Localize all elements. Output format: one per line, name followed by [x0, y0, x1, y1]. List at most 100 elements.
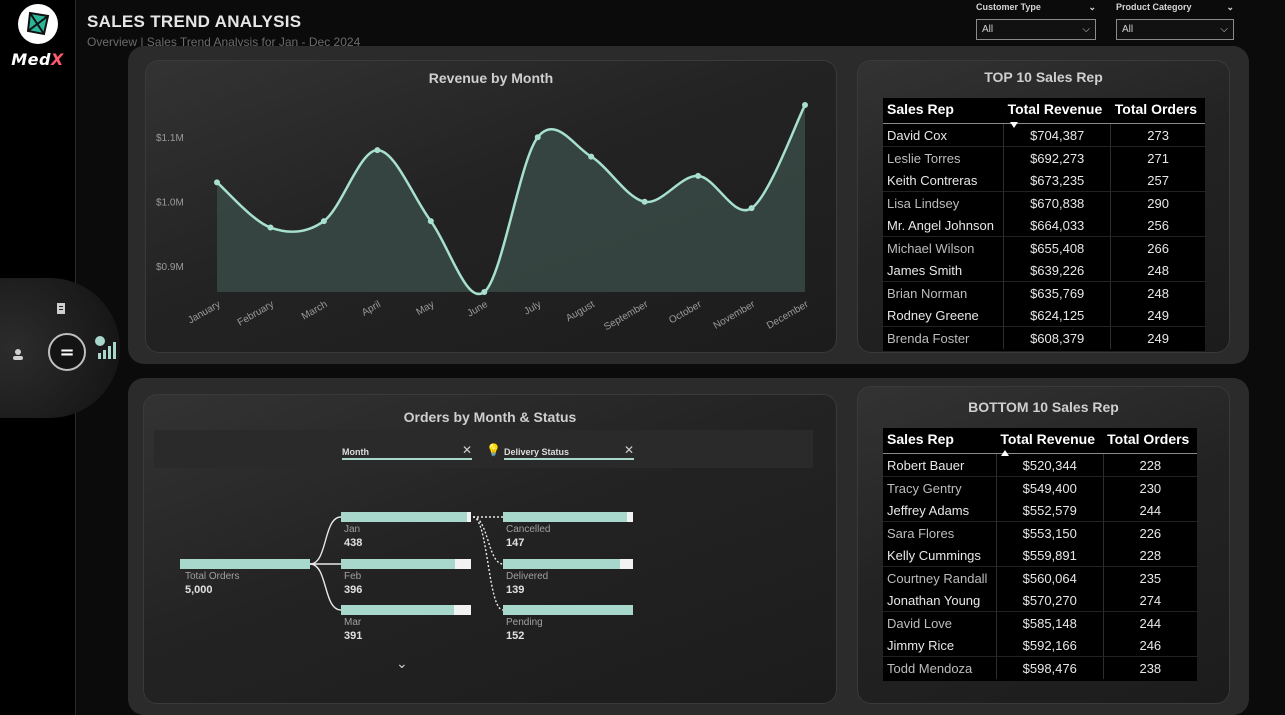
total-revenue-cell: $673,235 — [1003, 169, 1112, 192]
table-row[interactable]: Jonathan Young $570,270 274 — [883, 589, 1197, 612]
total-revenue-cell: $552,579 — [996, 499, 1104, 522]
total-revenue-cell: $635,769 — [1003, 281, 1112, 304]
revenue-point[interactable] — [214, 179, 220, 186]
sales-rep-cell: Mr. Angel Johnson — [883, 214, 1005, 237]
orders-tree-card: Orders by Month & Status Month ✕ 💡 Deliv… — [143, 394, 837, 704]
product-category-dropdown[interactable]: All ⌵ — [1116, 19, 1234, 40]
total-revenue-cell: $560,064 — [996, 566, 1104, 589]
status-node-bar[interactable] — [503, 512, 627, 522]
sales-rep-cell: James Smith — [883, 259, 1005, 282]
total-orders-cell: 246 — [1103, 634, 1197, 657]
revenue-point[interactable] — [695, 172, 702, 179]
x-tick-label: March — [300, 299, 330, 322]
col-header-total-orders[interactable]: Total Orders — [1103, 428, 1197, 454]
top10-table: Sales Rep Total Revenue Total Orders Dav… — [883, 98, 1205, 351]
x-tick-label: September — [602, 299, 650, 333]
revenue-point[interactable] — [641, 198, 648, 205]
sales-rep-cell: Leslie Torres — [883, 146, 1005, 169]
revenue-point[interactable] — [374, 147, 381, 154]
table-row[interactable]: David Love $585,148 244 — [883, 611, 1197, 634]
sales-rep-cell: Courtney Randall — [883, 566, 997, 589]
sales-rep-cell: Tracy Gentry — [883, 476, 997, 499]
sort-desc-icon[interactable] — [1010, 122, 1018, 128]
total-revenue-cell: $624,125 — [1003, 304, 1112, 327]
table-row[interactable]: Tracy Gentry $549,400 230 — [883, 476, 1197, 499]
top10-title: TOP 10 Sales Rep — [984, 69, 1103, 85]
col-header-total-revenue[interactable]: Total Revenue — [996, 428, 1104, 454]
col-header-total-orders[interactable]: Total Orders — [1110, 98, 1205, 124]
total-revenue-cell: $549,400 — [996, 476, 1104, 499]
table-row[interactable]: Courtney Randall $560,064 235 — [883, 566, 1197, 589]
table-row[interactable]: Kelly Cummings $559,891 228 — [883, 544, 1197, 567]
table-row[interactable]: Jeffrey Adams $552,579 244 — [883, 499, 1197, 522]
total-orders-cell: 274 — [1103, 589, 1197, 612]
x-tick-label: November — [712, 299, 758, 332]
document-icon[interactable] — [55, 302, 67, 318]
bottom10-title: BOTTOM 10 Sales Rep — [968, 399, 1119, 415]
revenue-chart-card: Revenue by Month $0.9M $1.0M $1.1M January F… — [145, 60, 837, 353]
table-row[interactable]: Brian Norman $635,769 248 — [883, 281, 1205, 304]
tree-root-bar[interactable] — [180, 559, 310, 569]
table-row[interactable]: Sara Flores $553,150 226 — [883, 521, 1197, 544]
sort-asc-icon[interactable] — [1001, 450, 1009, 456]
user-icon[interactable] — [12, 348, 24, 363]
x-tick-label: June — [465, 299, 490, 320]
table-row[interactable]: Todd Mendoza $598,476 238 — [883, 656, 1197, 679]
table-row[interactable]: James Smith $639,226 248 — [883, 259, 1205, 282]
filter-customer-type: Customer Type ⌄ All ⌵ — [976, 2, 1096, 40]
sales-rep-cell: Keith Contreras — [883, 169, 1005, 192]
table-row[interactable]: Lisa Lindsey $670,838 290 — [883, 191, 1205, 214]
total-revenue-cell: $570,270 — [996, 589, 1104, 612]
table-row[interactable]: Michael Wilson $655,408 266 — [883, 236, 1205, 259]
revenue-point[interactable] — [267, 224, 274, 231]
chevron-down-icon[interactable]: ⌄ — [1226, 2, 1234, 13]
customer-type-dropdown[interactable]: All ⌵ — [976, 19, 1096, 40]
total-orders-cell: 248 — [1110, 259, 1205, 282]
x-tick-label: April — [360, 299, 383, 319]
table-row[interactable]: Mr. Angel Johnson $664,033 256 — [883, 214, 1205, 237]
x-tick-label: December — [765, 299, 811, 332]
nav-menu-button[interactable]: = — [48, 333, 86, 371]
table-row[interactable]: Keith Contreras $673,235 257 — [883, 169, 1205, 192]
table-row[interactable]: Brenda Foster $608,379 249 — [883, 326, 1205, 349]
x-tick-label: July — [522, 299, 543, 317]
total-orders-cell: 235 — [1139, 570, 1162, 586]
total-orders-cell: 256 — [1110, 214, 1205, 237]
status-node-bar[interactable] — [503, 605, 633, 615]
month-node-bar[interactable] — [341, 605, 454, 615]
status-node-bar[interactable] — [503, 559, 620, 569]
col-header-sales-rep[interactable]: Sales Rep — [883, 428, 997, 454]
revenue-point[interactable] — [588, 153, 595, 160]
medx-logo — [18, 4, 58, 44]
col-header-sales-rep[interactable]: Sales Rep — [883, 98, 1004, 124]
table-row[interactable]: Leslie Torres $692,273 271 — [883, 146, 1205, 169]
col-header-total-revenue[interactable]: Total Revenue — [1003, 98, 1111, 124]
filter-label: Customer Type — [976, 2, 1041, 12]
total-orders-cell: 230 — [1139, 480, 1162, 496]
revenue-point[interactable] — [427, 218, 434, 225]
month-node-bar[interactable] — [341, 512, 467, 522]
expand-chevron-icon[interactable]: ⌄ — [396, 656, 408, 672]
sales-rep-cell: Brenda Foster — [883, 326, 1005, 349]
revenue-point[interactable] — [481, 289, 488, 295]
total-orders-cell: 273 — [1110, 123, 1205, 147]
revenue-point[interactable] — [534, 134, 541, 141]
chevron-down-icon[interactable]: ⌄ — [1088, 2, 1096, 13]
revenue-point[interactable] — [802, 102, 808, 108]
total-revenue-cell: $670,838 — [1003, 191, 1112, 214]
sales-rep-cell: David Cox — [883, 123, 1005, 147]
revenue-line-chart[interactable]: $0.9M $1.0M $1.1M January February March April… — [145, 60, 837, 353]
revenue-point[interactable] — [320, 218, 327, 225]
tree-root-value: 5,000 — [185, 584, 213, 596]
y-tick-label: $1.0M — [156, 198, 184, 209]
month-node-bar[interactable] — [341, 559, 455, 569]
total-orders-cell: 290 — [1147, 195, 1169, 211]
table-row[interactable]: Jimmy Rice $592,166 246 — [883, 634, 1197, 657]
table-row[interactable]: Rodney Greene $624,125 249 — [883, 304, 1205, 327]
revenue-point[interactable] — [748, 205, 755, 212]
tree-connectors — [309, 516, 504, 611]
total-orders-cell: 228 — [1103, 544, 1197, 567]
table-row[interactable]: Robert Bauer $520,344 228 — [883, 453, 1197, 477]
sales-growth-icon[interactable] — [92, 333, 120, 364]
table-row[interactable]: David Cox $704,387 273 — [883, 123, 1205, 147]
